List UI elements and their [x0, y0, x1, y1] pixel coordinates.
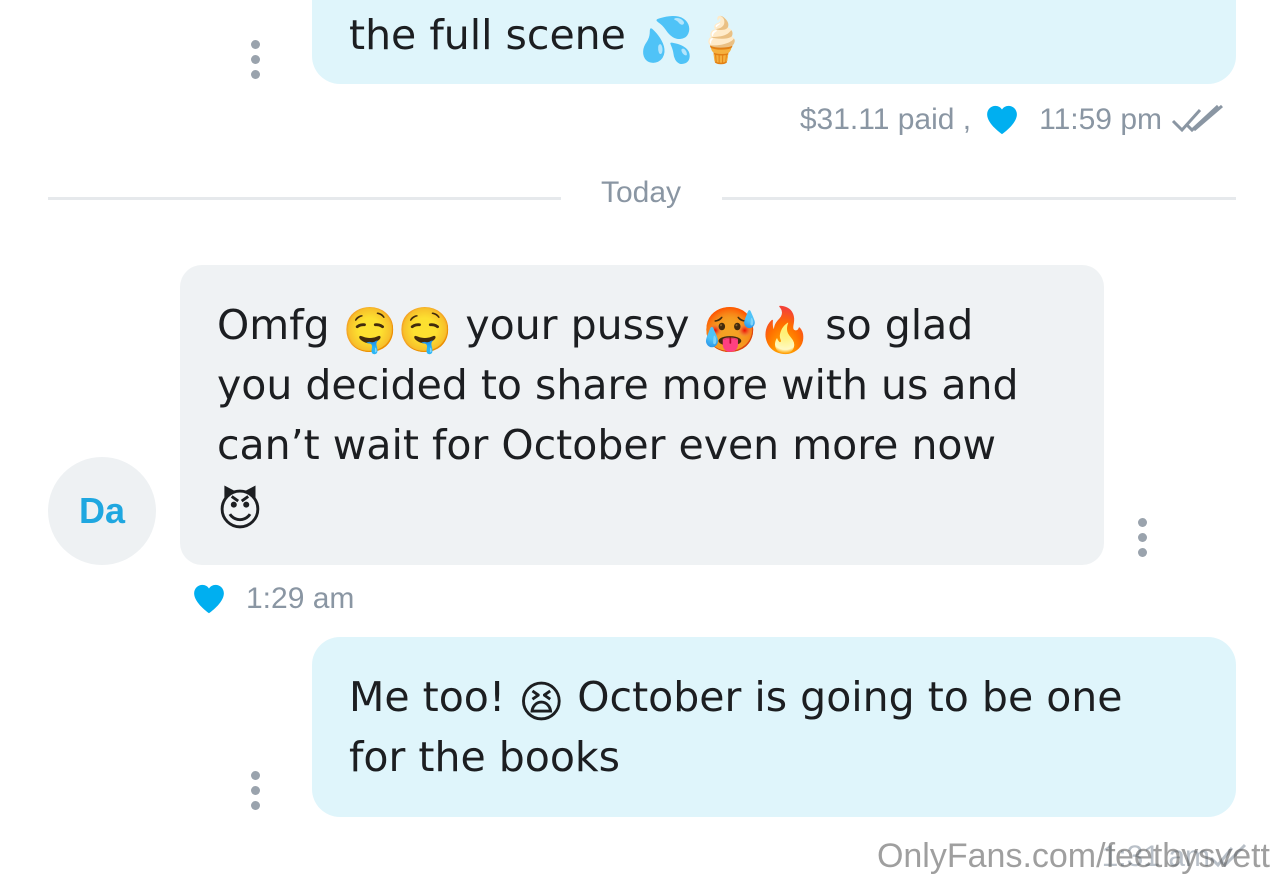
- emoji: 😫: [518, 677, 565, 728]
- incoming-message-bubble[interactable]: Omfg 🤤🤤 your pussy 🥵🔥 so glad you decide…: [180, 265, 1104, 565]
- emoji: 😈: [217, 485, 263, 536]
- message-text: can’t wait for October even more now: [217, 421, 997, 469]
- price-label: $31.11 paid ,: [799, 103, 972, 136]
- message-text: the full scene: [349, 11, 626, 59]
- message-time: 1:29 am: [246, 582, 355, 615]
- double-check-icon: [1171, 104, 1223, 133]
- message-text: October is going to be one: [577, 673, 1123, 721]
- emoji: 🤤🤤: [342, 305, 453, 356]
- heart-icon[interactable]: [192, 583, 226, 615]
- message-options-button[interactable]: [1136, 518, 1148, 557]
- avatar[interactable]: Da: [48, 457, 156, 565]
- message-text: Me too!: [349, 673, 506, 721]
- message-text: for the books: [349, 733, 621, 781]
- emoji: 🥵🔥: [702, 305, 813, 356]
- outgoing-message-bubble[interactable]: the full scene 💦🍦: [312, 0, 1236, 84]
- date-divider-line: [722, 197, 1236, 200]
- message-meta: 1:29 am: [192, 582, 354, 616]
- date-divider-line: [48, 197, 561, 200]
- message-text: your pussy: [465, 301, 690, 349]
- message-options-button[interactable]: [249, 40, 261, 79]
- message-text: Omfg: [217, 301, 330, 349]
- heart-icon[interactable]: [985, 104, 1019, 136]
- outgoing-message-bubble[interactable]: Me too! 😫 October is going to be one for…: [312, 637, 1236, 817]
- chat-screen: the full scene 💦🍦 $31.11 paid , 11:59 pm…: [0, 0, 1284, 888]
- message-time: 11:59 pm: [1039, 103, 1162, 136]
- date-divider-label: Today: [600, 176, 682, 209]
- message-meta: $31.11 paid , 11:59 pm: [800, 103, 1226, 137]
- emoji: 💦: [638, 15, 694, 66]
- message-text: so glad: [825, 301, 974, 349]
- avatar-initials: Da: [78, 490, 126, 531]
- message-options-button[interactable]: [249, 771, 261, 810]
- message-text: you decided to share more with us and: [217, 361, 1019, 409]
- watermark: OnlyFans.com/feetbysvett: [876, 837, 1270, 875]
- emoji: 🍦: [693, 15, 749, 66]
